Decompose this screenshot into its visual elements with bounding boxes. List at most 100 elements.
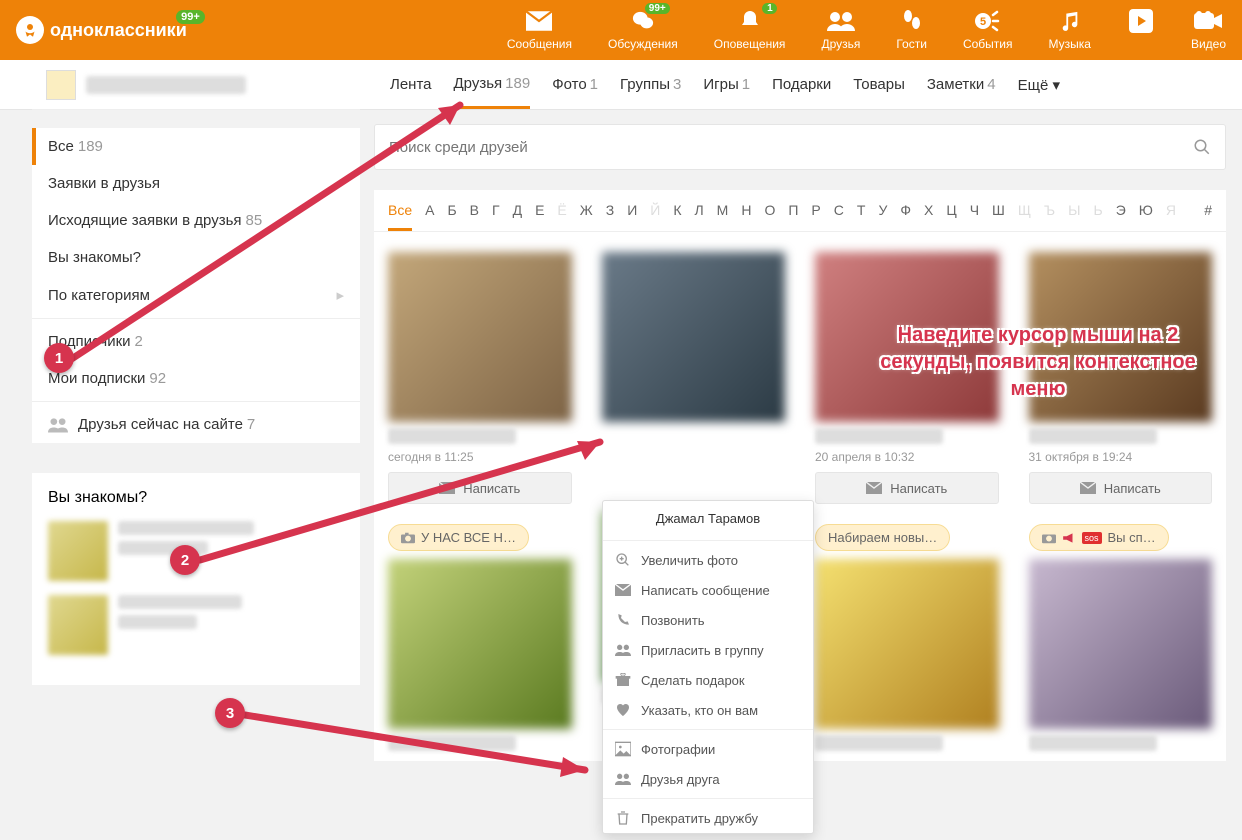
- top-music[interactable]: Музыка: [1048, 9, 1090, 51]
- nav-goods[interactable]: Товары: [853, 76, 905, 93]
- ctx-unfriend[interactable]: Прекратить дружбу: [603, 803, 813, 833]
- nav-gifts[interactable]: Подарки: [772, 76, 831, 93]
- friend-name-blur: [1029, 428, 1157, 444]
- filter-online[interactable]: Друзья сейчас на сайте7: [32, 406, 360, 443]
- alpha-letter[interactable]: С: [834, 202, 844, 231]
- alpha-letter[interactable]: Й: [650, 202, 660, 231]
- top-video[interactable]: Видео: [1191, 9, 1226, 51]
- alpha-letter[interactable]: И: [627, 202, 637, 231]
- profile-bar[interactable]: [32, 60, 360, 110]
- top-discussions[interactable]: 99+ Обсуждения: [608, 9, 678, 51]
- top-events[interactable]: 5 События: [963, 9, 1013, 51]
- ctx-message[interactable]: Написать сообщение: [603, 575, 813, 605]
- status-chip[interactable]: sosВы сп…: [1029, 524, 1169, 551]
- alpha-letter[interactable]: Ч: [970, 202, 979, 231]
- alpha-letter[interactable]: Н: [741, 202, 751, 231]
- alpha-letter[interactable]: М: [717, 202, 729, 231]
- bell-icon: [736, 9, 764, 33]
- alpha-letter[interactable]: Д: [513, 202, 522, 231]
- music-icon: [1056, 9, 1084, 33]
- ctx-mutual[interactable]: Друзья друга: [603, 764, 813, 794]
- alpha-letter[interactable]: Т: [857, 202, 866, 231]
- ctx-call[interactable]: Позвонить: [603, 605, 813, 635]
- friend-card: 31 октября в 19:24 Написать sosВы сп…: [1029, 252, 1213, 751]
- alpha-letter[interactable]: Щ: [1018, 202, 1031, 231]
- status-chip[interactable]: У НАС ВСЕ Н…: [388, 524, 529, 551]
- alpha-letter[interactable]: Ю: [1139, 202, 1153, 231]
- nav-friends[interactable]: Друзья189: [454, 75, 531, 109]
- alpha-letter[interactable]: Ф: [900, 202, 911, 231]
- alphabet-filter: Все АБВГДЕЁЖЗИЙКЛМНОПРСТУФХЦЧШЩЪЫЬЭЮЯ# h…: [374, 190, 1226, 232]
- top-play[interactable]: [1127, 9, 1155, 51]
- alpha-letter[interactable]: К: [673, 202, 681, 231]
- friends-search[interactable]: [374, 124, 1226, 170]
- write-button[interactable]: Написать: [388, 472, 572, 504]
- nav-groups[interactable]: Группы3: [620, 76, 681, 93]
- alpha-letter[interactable]: У: [878, 202, 887, 231]
- write-button[interactable]: Написать: [1029, 472, 1213, 504]
- nav-notes[interactable]: Заметки4: [927, 76, 996, 93]
- ctx-relation[interactable]: Указать, кто он вам: [603, 695, 813, 725]
- alpha-letter[interactable]: Э: [1116, 202, 1126, 231]
- filter-doyouknow[interactable]: Вы знакомы?: [32, 239, 360, 276]
- suggest-item[interactable]: [48, 595, 344, 655]
- friend-photo[interactable]: [1029, 559, 1213, 729]
- filter-subscriptions[interactable]: Мои подписки92: [32, 360, 360, 397]
- top-messages[interactable]: Сообщения: [507, 9, 572, 51]
- alpha-letter[interactable]: Ь: [1094, 202, 1103, 231]
- friend-name-blur: [388, 428, 516, 444]
- alpha-hash[interactable]: #: [1204, 202, 1212, 231]
- write-button[interactable]: Написать: [815, 472, 999, 504]
- alpha-letter[interactable]: Ё: [557, 202, 566, 231]
- alpha-letter[interactable]: Ц: [946, 202, 956, 231]
- friend-photo[interactable]: [388, 559, 572, 729]
- ctx-gift[interactable]: Сделать подарок: [603, 665, 813, 695]
- nav-photo[interactable]: Фото1: [552, 76, 598, 93]
- ctx-invite[interactable]: Пригласить в группу: [603, 635, 813, 665]
- alpha-letter[interactable]: Ш: [992, 202, 1005, 231]
- top-notifications[interactable]: 1 Оповещения: [714, 9, 786, 51]
- alpha-letter[interactable]: З: [606, 202, 614, 231]
- logo[interactable]: одноклассники 99+: [16, 16, 187, 44]
- alpha-letter[interactable]: Ж: [580, 202, 593, 231]
- alpha-letter[interactable]: П: [788, 202, 798, 231]
- friend-name-blur: [815, 428, 943, 444]
- filter-requests-in[interactable]: Заявки в друзья: [32, 165, 360, 202]
- suggest-item[interactable]: [48, 521, 344, 581]
- alpha-letter[interactable]: Б: [447, 202, 456, 231]
- nav-more[interactable]: Ещё ▾: [1018, 76, 1060, 94]
- suggest-panel: Вы знакомы?: [32, 473, 360, 685]
- filter-requests-out[interactable]: Исходящие заявки в друзья85: [32, 202, 360, 239]
- footsteps-icon: [898, 9, 926, 33]
- alpha-letter[interactable]: Я: [1166, 202, 1176, 231]
- nav-games[interactable]: Игры1: [703, 76, 750, 93]
- alpha-letter[interactable]: Р: [811, 202, 820, 231]
- alpha-letter[interactable]: Х: [924, 202, 933, 231]
- top-guests[interactable]: Гости: [896, 9, 927, 51]
- search-input[interactable]: [389, 139, 1193, 156]
- top-nav: Сообщения 99+ Обсуждения 1 Оповещения Др…: [507, 9, 1226, 51]
- filter-subscribers[interactable]: Подписчики2: [32, 323, 360, 360]
- filter-all[interactable]: Все189: [32, 128, 360, 165]
- friend-photo[interactable]: [1029, 252, 1213, 422]
- nav-feed[interactable]: Лента: [390, 76, 432, 93]
- alpha-letter[interactable]: О: [764, 202, 775, 231]
- friend-photo[interactable]: [602, 252, 786, 422]
- alpha-letter[interactable]: Ъ: [1044, 202, 1055, 231]
- friend-photo[interactable]: [388, 252, 572, 422]
- phone-icon: [615, 612, 631, 628]
- filter-categories[interactable]: По категориям▸: [32, 276, 360, 314]
- alpha-letter[interactable]: Л: [694, 202, 703, 231]
- alpha-letter[interactable]: Г: [492, 202, 500, 231]
- alpha-letter[interactable]: Е: [535, 202, 544, 231]
- top-friends[interactable]: Друзья: [821, 9, 860, 51]
- alpha-letter[interactable]: А: [425, 202, 434, 231]
- ctx-zoom[interactable]: Увеличить фото: [603, 545, 813, 575]
- friend-photo[interactable]: [815, 252, 999, 422]
- alpha-letter[interactable]: Ы: [1068, 202, 1080, 231]
- alpha-letter[interactable]: В: [470, 202, 479, 231]
- friend-photo[interactable]: [815, 559, 999, 729]
- status-chip[interactable]: Набираем новы…: [815, 524, 950, 551]
- ctx-photos[interactable]: Фотографии: [603, 734, 813, 764]
- alpha-all[interactable]: Все: [388, 202, 412, 231]
